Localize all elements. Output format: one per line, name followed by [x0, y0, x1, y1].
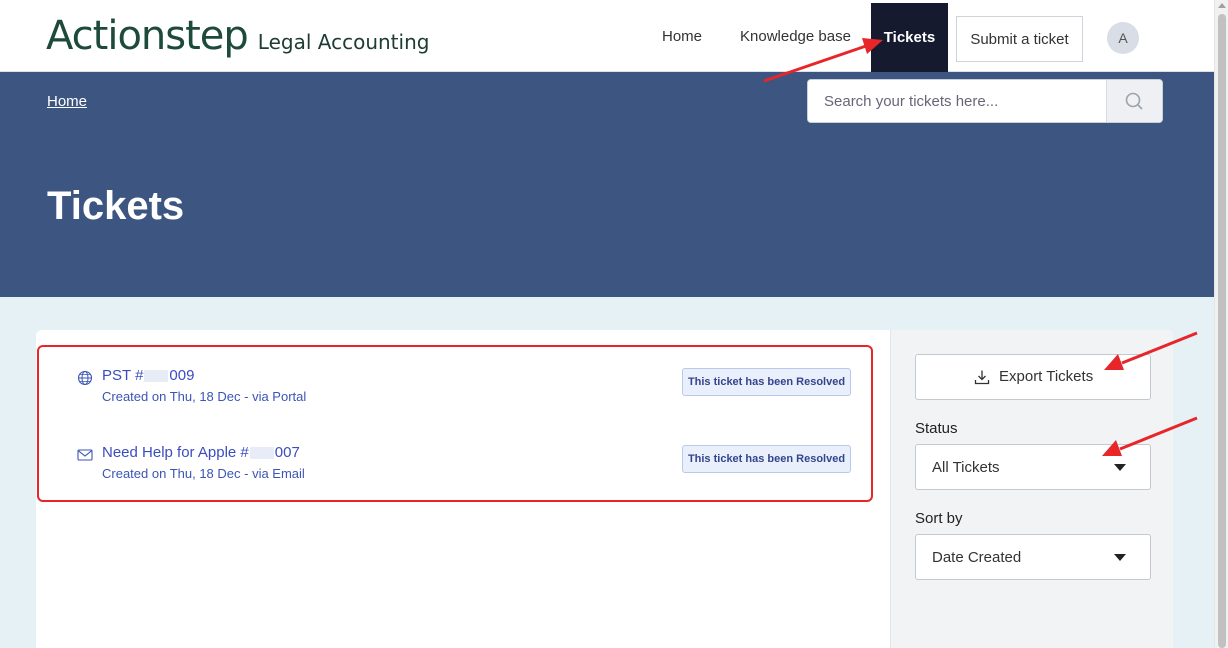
user-avatar[interactable]: A — [1107, 22, 1139, 54]
export-label: Export Tickets — [999, 368, 1094, 385]
status-label: Status — [915, 420, 958, 437]
page-title: Tickets — [47, 184, 185, 228]
ticket-title[interactable]: PST #009 — [102, 367, 194, 384]
download-icon — [974, 370, 990, 384]
ticket-item[interactable]: Need Help for Apple #007 Created on Thu,… — [77, 444, 857, 484]
globe-icon — [77, 370, 93, 386]
search-button[interactable] — [1106, 80, 1162, 122]
breadcrumb-home[interactable]: Home — [47, 93, 87, 110]
top-header: Actionstep Legal Accounting Home Knowled… — [0, 0, 1214, 72]
nav-knowledge-base[interactable]: Knowledge base — [740, 28, 851, 45]
status-badge: This ticket has been Resolved — [682, 445, 851, 473]
hero-banner: Home Tickets — [0, 72, 1214, 297]
submit-ticket-button[interactable]: Submit a ticket — [956, 16, 1083, 62]
brand-subtitle: Legal Accounting — [257, 30, 430, 54]
tickets-panel: PST #009 Created on Thu, 18 Dec - via Po… — [36, 330, 1173, 648]
sort-value: Date Created — [932, 549, 1022, 566]
actionstep-logo: Actionstep — [46, 13, 249, 59]
status-value: All Tickets — [932, 459, 1000, 476]
scroll-thumb[interactable] — [1218, 14, 1226, 648]
mail-icon — [77, 449, 93, 461]
search-input[interactable] — [808, 80, 1107, 122]
redacted-number — [249, 447, 274, 460]
status-badge: This ticket has been Resolved — [682, 368, 851, 396]
brand[interactable]: Actionstep Legal Accounting — [46, 12, 429, 60]
nav-tickets[interactable]: Tickets — [871, 3, 948, 72]
sort-label: Sort by — [915, 510, 963, 527]
chevron-down-icon — [1114, 464, 1126, 471]
export-tickets-button[interactable]: Export Tickets — [915, 354, 1151, 400]
nav-home[interactable]: Home — [662, 28, 702, 45]
ticket-item[interactable]: PST #009 Created on Thu, 18 Dec - via Po… — [77, 367, 857, 407]
status-select[interactable]: All Tickets — [915, 444, 1151, 490]
scroll-up-icon — [1218, 3, 1226, 8]
page-scrollbar[interactable] — [1214, 0, 1228, 648]
ticket-list: PST #009 Created on Thu, 18 Dec - via Po… — [37, 345, 873, 502]
ticket-title[interactable]: Need Help for Apple #007 — [102, 444, 300, 461]
search-icon — [1125, 92, 1143, 110]
ticket-search — [807, 79, 1163, 123]
ticket-meta: Created on Thu, 18 Dec - via Portal — [102, 389, 307, 404]
ticket-meta: Created on Thu, 18 Dec - via Email — [102, 466, 305, 481]
redacted-number — [144, 370, 169, 383]
sort-select[interactable]: Date Created — [915, 534, 1151, 580]
filter-sidebar: Export Tickets Status All Tickets Sort b… — [890, 330, 1173, 648]
chevron-down-icon — [1114, 554, 1126, 561]
